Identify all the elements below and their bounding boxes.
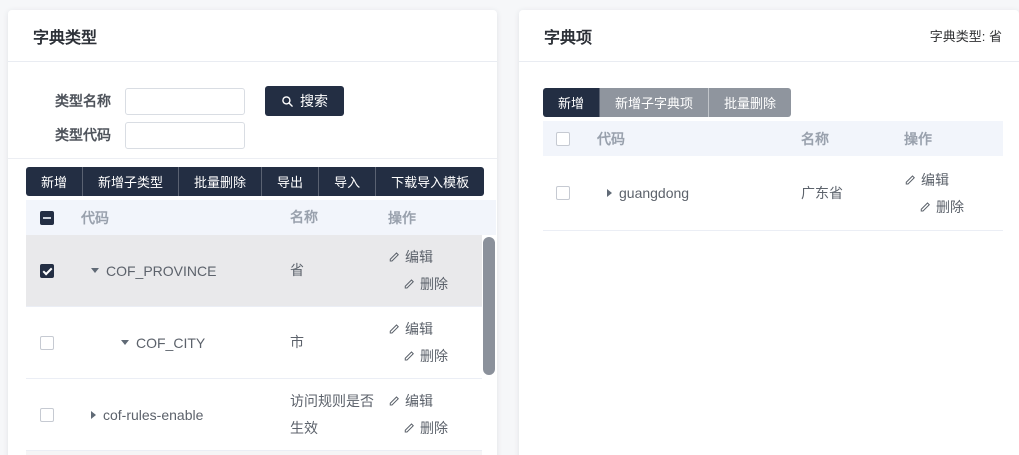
search-icon [281, 95, 294, 108]
row-name: 访问规则是否生效 [280, 388, 376, 441]
table-row[interactable]: COF_PROVINCE 省 编辑 删除 [26, 235, 482, 307]
col-actions: 操作 [898, 129, 1003, 149]
col-code: 代码 [68, 208, 280, 228]
next-row-partial [26, 451, 482, 455]
edit-icon [388, 395, 400, 407]
type-name-input[interactable] [125, 88, 245, 115]
add-button[interactable]: 新增 [26, 167, 83, 196]
table-row[interactable]: guangdong 广东省 编辑 删除 [543, 156, 1003, 231]
table-row[interactable]: COF_CITY 市 编辑 删除 [26, 307, 482, 379]
download-import-template-button[interactable]: 下载导入模板 [376, 167, 484, 196]
row-code: guangdong [619, 185, 689, 201]
page-title: 字典类型 [33, 24, 97, 48]
edit-button[interactable]: 编辑 [388, 247, 480, 267]
delete-button[interactable]: 删除 [403, 418, 480, 438]
table-header: 代码 名称 操作 [543, 121, 1003, 156]
add-child-type-button[interactable]: 新增子类型 [83, 167, 179, 196]
col-code: 代码 [583, 129, 793, 149]
batch-delete-item-button[interactable]: 批量删除 [709, 88, 791, 117]
type-toolbar: 新增 新增子类型 批量删除 导出 导入 下载导入模板 [26, 167, 484, 196]
row-name: 市 [280, 329, 376, 356]
delete-button[interactable]: 删除 [403, 274, 480, 294]
type-code-label: 类型代码 [55, 125, 115, 145]
vertical-scrollbar-thumb[interactable] [483, 237, 495, 375]
caret-down-icon[interactable] [91, 268, 99, 273]
edit-button[interactable]: 编辑 [904, 170, 1003, 190]
form-divider [8, 158, 497, 159]
item-toolbar: 新增 新增子字典项 批量删除 [543, 88, 791, 117]
row-checkbox[interactable] [40, 336, 54, 350]
delete-icon [403, 422, 415, 434]
panel-header: 字典项 字典类型: 省 [519, 10, 1019, 62]
row-checkbox[interactable] [556, 186, 570, 200]
dictionary-item-panel: 字典项 字典类型: 省 新增 新增子字典项 批量删除 代码 名称 操作 guan… [519, 10, 1019, 455]
delete-button[interactable]: 删除 [919, 197, 1003, 217]
type-name-label: 类型名称 [55, 91, 115, 111]
type-code-input[interactable] [125, 122, 245, 149]
row-code: COF_PROVINCE [106, 263, 216, 279]
col-name: 名称 [280, 204, 376, 231]
row-checkbox[interactable] [40, 264, 54, 278]
type-table: 代码 名称 操作 COF_PROVINCE 省 编辑 删除 [26, 200, 496, 455]
delete-button[interactable]: 删除 [403, 346, 480, 366]
edit-icon [388, 251, 400, 263]
add-child-item-button[interactable]: 新增子字典项 [600, 88, 709, 117]
select-all-checkbox[interactable] [556, 132, 570, 146]
search-button[interactable]: 搜索 [265, 86, 344, 116]
import-button[interactable]: 导入 [319, 167, 376, 196]
search-form: 类型名称 搜索 类型代码 [55, 87, 497, 149]
delete-icon [403, 278, 415, 290]
search-button-label: 搜索 [300, 91, 328, 111]
caret-right-icon[interactable] [91, 411, 96, 419]
row-checkbox[interactable] [40, 408, 54, 422]
row-code: cof-rules-enable [103, 407, 203, 423]
edit-icon [904, 174, 916, 186]
delete-icon [919, 201, 931, 213]
select-all-checkbox[interactable] [40, 211, 54, 225]
add-item-button[interactable]: 新增 [543, 88, 600, 117]
row-code: COF_CITY [136, 335, 205, 351]
export-button[interactable]: 导出 [262, 167, 319, 196]
caret-right-icon[interactable] [607, 189, 612, 197]
current-type-label: 字典类型: 省 [930, 26, 1002, 45]
col-name: 名称 [793, 129, 898, 149]
panel-header: 字典类型 [8, 10, 497, 62]
page-title: 字典项 [544, 24, 592, 48]
row-name: 广东省 [793, 183, 898, 203]
table-row[interactable]: cof-rules-enable 访问规则是否生效 编辑 删除 [26, 379, 482, 451]
table-header: 代码 名称 操作 [26, 200, 496, 235]
edit-button[interactable]: 编辑 [388, 319, 480, 339]
edit-icon [388, 323, 400, 335]
caret-down-icon[interactable] [121, 340, 129, 345]
edit-button[interactable]: 编辑 [388, 391, 480, 411]
row-name: 省 [280, 257, 376, 284]
item-table: 代码 名称 操作 guangdong 广东省 编辑 删除 [543, 121, 1003, 231]
dictionary-type-panel: 字典类型 类型名称 搜索 类型代码 新增 新增子类型 批量删除 导出 导入 [8, 10, 497, 455]
col-actions: 操作 [376, 208, 480, 228]
delete-icon [403, 350, 415, 362]
batch-delete-button[interactable]: 批量删除 [179, 167, 262, 196]
